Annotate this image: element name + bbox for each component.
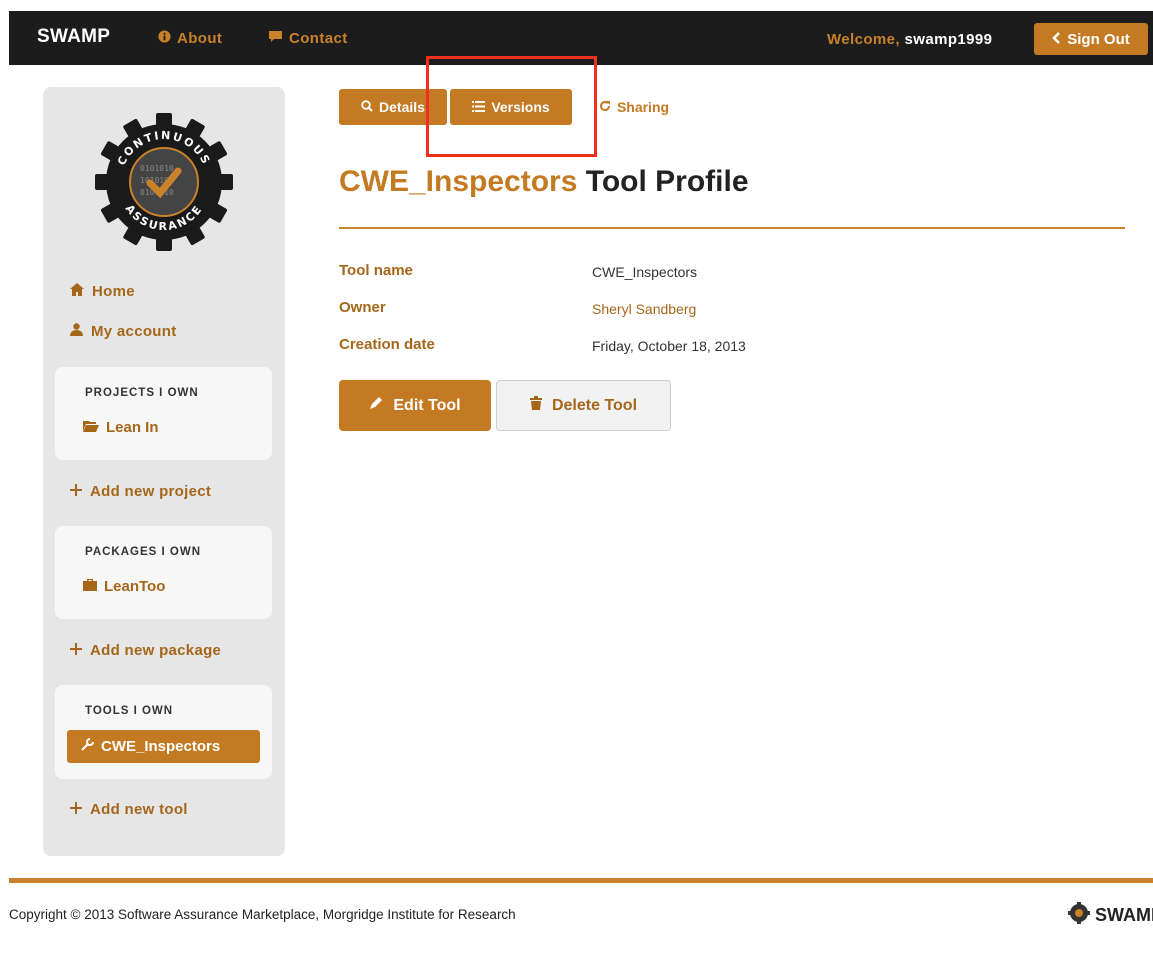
creation-date-value: Friday, October 18, 2013	[592, 338, 746, 354]
folder-open-icon	[83, 419, 99, 436]
page-title: CWE_Inspectors Tool Profile	[339, 165, 749, 199]
copyright-text: Copyright © 2013 Software Assurance Mark…	[9, 907, 516, 922]
tab-sharing[interactable]: Sharing	[589, 89, 679, 125]
tool-name-value: CWE_Inspectors	[592, 264, 698, 280]
owner-label: Owner	[339, 299, 386, 316]
pencil-icon	[369, 396, 383, 415]
username: swamp1999	[904, 31, 993, 48]
share-icon	[599, 99, 611, 115]
delete-tool-button[interactable]: Delete Tool	[496, 380, 671, 431]
welcome-text: Welcome, swamp1999	[827, 31, 992, 48]
sign-out-button[interactable]: Sign Out	[1034, 23, 1148, 55]
footer-swamp-logo[interactable]: SWAMP	[1066, 902, 1153, 929]
info-icon	[158, 30, 171, 47]
package-item-label: LeanToo	[104, 578, 166, 595]
footer-logo-text: SWAMP	[1095, 905, 1153, 925]
sidebar-item-my-account[interactable]: My account	[70, 323, 177, 340]
sidebar-item-label: Home	[92, 283, 135, 300]
trash-icon	[529, 396, 542, 415]
projects-panel: PROJECTS I OWN Lean In	[55, 367, 272, 460]
add-package-link[interactable]: Add new package	[70, 642, 221, 659]
package-item[interactable]: LeanToo	[83, 578, 165, 595]
tab-details-label: Details	[379, 99, 425, 115]
title-divider	[339, 227, 1125, 229]
creation-date-label: Creation date	[339, 336, 435, 353]
tab-sharing-label: Sharing	[616, 99, 670, 115]
brand-logo-text[interactable]: SWAMP	[37, 26, 110, 48]
edit-tool-button[interactable]: Edit Tool	[339, 380, 491, 431]
sidebar: 0101010 1010101 0101010 CONTINUOUS ASSUR…	[43, 87, 285, 856]
delete-tool-label: Delete Tool	[551, 396, 638, 414]
contact-link[interactable]: Contact	[268, 30, 348, 47]
tool-item-label: CWE_Inspectors	[101, 738, 221, 755]
versions-highlight-box	[426, 56, 597, 157]
comment-icon	[268, 30, 283, 47]
gear-icon	[1066, 902, 1092, 929]
title-suffix: Tool Profile	[585, 165, 749, 198]
add-tool-label: Add new tool	[90, 801, 188, 818]
tool-item-active[interactable]: CWE_Inspectors	[67, 730, 260, 763]
home-icon	[70, 283, 84, 300]
sidebar-item-label: My account	[91, 323, 177, 340]
contact-label: Contact	[289, 30, 348, 47]
projects-header: PROJECTS I OWN	[85, 387, 199, 399]
welcome-label: Welcome,	[827, 31, 900, 48]
add-project-label: Add new project	[90, 483, 212, 500]
add-project-link[interactable]: Add new project	[70, 483, 211, 500]
owner-value[interactable]: Sheryl Sandberg	[592, 301, 696, 317]
tool-name-title: CWE_Inspectors	[339, 165, 578, 198]
continuous-assurance-logo[interactable]: 0101010 1010101 0101010 CONTINUOUS ASSUR…	[89, 107, 239, 257]
about-label: About	[177, 30, 223, 47]
add-package-label: Add new package	[90, 642, 222, 659]
wrench-icon	[81, 738, 94, 755]
packages-panel: PACKAGES I OWN LeanToo	[55, 526, 272, 619]
chevron-left-icon	[1052, 31, 1061, 48]
tool-name-label: Tool name	[339, 262, 413, 279]
about-link[interactable]: About	[158, 30, 222, 47]
plus-icon	[70, 642, 82, 659]
add-tool-link[interactable]: Add new tool	[70, 801, 188, 818]
search-icon	[361, 99, 373, 115]
briefcase-icon	[83, 578, 97, 595]
project-item-label: Lean In	[106, 419, 159, 436]
svg-text:0101010: 0101010	[140, 164, 174, 173]
project-item[interactable]: Lean In	[83, 419, 159, 436]
plus-icon	[70, 801, 82, 818]
packages-header: PACKAGES I OWN	[85, 546, 202, 558]
plus-icon	[70, 483, 82, 500]
tools-panel: TOOLS I OWN CWE_Inspectors	[55, 685, 272, 779]
edit-tool-label: Edit Tool	[393, 396, 461, 414]
sidebar-item-home[interactable]: Home	[70, 283, 135, 300]
tools-header: TOOLS I OWN	[85, 705, 174, 717]
user-icon	[70, 323, 83, 340]
footer-divider	[9, 878, 1153, 883]
sign-out-label: Sign Out	[1067, 30, 1130, 48]
